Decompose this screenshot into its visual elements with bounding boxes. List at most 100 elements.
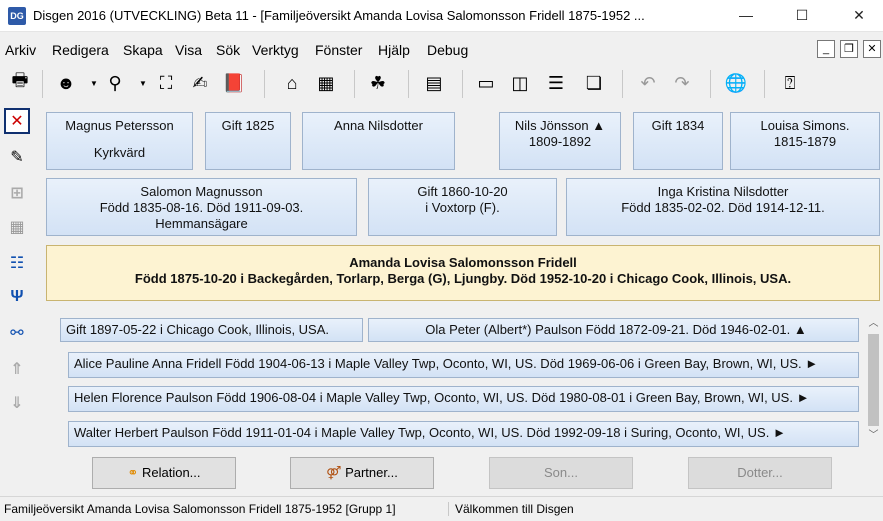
globe-icon[interactable]: 🌐 xyxy=(722,69,750,97)
layout-split-vertical-icon[interactable]: ◫ xyxy=(506,69,534,97)
toolbar-separator xyxy=(710,70,711,98)
minimize-button[interactable]: — xyxy=(723,0,769,30)
undo-icon[interactable]: ↶ xyxy=(634,69,662,97)
status-text: Familjeöversikt Amanda Lovisa Salomonsso… xyxy=(4,502,396,516)
partner-button[interactable]: ⚤ Partner... xyxy=(290,457,434,489)
menu-visa[interactable]: Visa xyxy=(175,42,202,58)
layout-cascade-icon[interactable]: ❏ xyxy=(580,69,608,97)
person-note: Kyrkvärd xyxy=(93,145,146,160)
menu-fonster[interactable]: Fönster xyxy=(315,42,362,58)
menu-debug[interactable]: Debug xyxy=(427,42,468,58)
menu-skapa[interactable]: Skapa xyxy=(123,42,163,58)
maximize-button[interactable]: ☐ xyxy=(779,0,825,30)
person-dates: 1809-1892 xyxy=(528,134,592,149)
menu-bar: Arkiv Redigera Skapa Visa Sök Verktyg Fö… xyxy=(0,38,883,62)
maternal-grandmother-card[interactable]: Louisa Simons. 1815-1879 xyxy=(730,112,880,170)
mdi-restore-button[interactable]: ❐ xyxy=(840,40,858,58)
book-icon[interactable]: 📕 xyxy=(220,69,248,97)
paternal-grandparents-marriage[interactable]: Gift 1825 xyxy=(205,112,291,170)
child-row[interactable]: Helen Florence Paulson Född 1906-08-04 i… xyxy=(68,386,859,412)
person-name: Amanda Lovisa Salomonsson Fridell xyxy=(349,255,577,270)
toolbar: 🖶 ☻ ▼ ⚲ ▼ ⛶ ✍ 📕 ⌂ ▦ ☘ ▤ ▭ ◫ ☰ ❏ ↶ ↷ 🌐 ⍰ xyxy=(0,64,883,104)
chevron-down-icon[interactable]: ▼ xyxy=(139,79,147,88)
mother-card[interactable]: Inga Kristina Nilsdotter Född 1835-02-02… xyxy=(566,178,880,236)
person-dates: Född 1835-02-02. Död 1914-12-11. xyxy=(621,200,825,215)
toolbar-separator xyxy=(622,70,623,98)
title-bar: DG Disgen 2016 (UTVECKLING) Beta 11 - [F… xyxy=(0,0,883,32)
ancestor-chart-icon[interactable]: ▦ xyxy=(4,214,30,240)
child-row[interactable]: Alice Pauline Anna Fridell Född 1904-06-… xyxy=(68,352,859,378)
partner-card[interactable]: Ola Peter (Albert*) Paulson Född 1872-09… xyxy=(368,318,859,342)
person-name: Salomon Magnusson xyxy=(140,184,263,199)
rings-icon: ⚭ xyxy=(127,465,139,480)
paternal-grandfather-card[interactable]: Magnus Petersson Kyrkvärd xyxy=(46,112,193,170)
delete-icon[interactable]: ✕ xyxy=(4,108,30,134)
map-icon[interactable]: ☘ xyxy=(364,69,392,97)
son-button[interactable]: Son... xyxy=(489,457,633,489)
left-toolbar: ✕ ✎ ⊞ ▦ ☷ Ψ ⚯ ⇑ ⇓ xyxy=(0,106,36,486)
tree-outline-icon[interactable]: ⊞ xyxy=(4,180,30,206)
ancestor-tree-icon[interactable]: Ψ xyxy=(4,284,30,310)
down-person-icon[interactable]: ⇓ xyxy=(4,390,30,416)
relation-button[interactable]: ⚭ Relation... xyxy=(92,457,236,489)
mdi-minimize-button[interactable]: _ xyxy=(817,40,835,58)
redo-icon[interactable]: ↷ xyxy=(668,69,696,97)
marriage-date: Gift 1860-10-20 xyxy=(417,184,508,199)
scroll-thumb[interactable] xyxy=(868,334,879,426)
close-button[interactable]: ✕ xyxy=(836,0,882,30)
maternal-grandfather-card[interactable]: Nils Jönsson ▲ 1809-1892 xyxy=(499,112,621,170)
home-icon[interactable]: ⌂ xyxy=(278,69,306,97)
status-welcome: Välkommen till Disgen xyxy=(448,502,574,516)
daughter-button[interactable]: Dotter... xyxy=(688,457,832,489)
chevron-down-icon[interactable]: ▼ xyxy=(90,79,98,88)
up-person-icon[interactable]: ⇑ xyxy=(4,356,30,382)
scroll-up-icon[interactable]: ︿ xyxy=(864,316,883,332)
family-overview-panel: Magnus Petersson Kyrkvärd Gift 1825 Anna… xyxy=(36,104,883,490)
person-dates: Född 1835-08-16. Död 1911-09-03. xyxy=(99,200,304,215)
person-dates: 1815-1879 xyxy=(773,134,837,149)
marriage-place: i Voxtorp (F). xyxy=(425,200,500,215)
descendant-tree-icon[interactable]: ⚯ xyxy=(4,320,30,346)
menu-sok[interactable]: Sök xyxy=(216,42,240,58)
main-person-card[interactable]: Amanda Lovisa Salomonsson Fridell Född 1… xyxy=(46,245,880,301)
spouse-marriage-card[interactable]: Gift 1897-05-22 i Chicago Cook, Illinois… xyxy=(60,318,363,342)
toolbar-separator xyxy=(42,70,43,98)
menu-hjalp[interactable]: Hjälp xyxy=(378,42,410,58)
mdi-close-button[interactable]: ✕ xyxy=(863,40,881,58)
person-occupation: Hemmansägare xyxy=(155,216,248,231)
scroll-down-icon[interactable]: ﹀ xyxy=(864,428,883,444)
notes-hand-icon[interactable]: ✍ xyxy=(186,69,214,97)
family-list-icon[interactable]: ☷ xyxy=(4,250,30,276)
status-bar: Familjeöversikt Amanda Lovisa Salomonsso… xyxy=(0,496,883,521)
child-row[interactable]: Walter Herbert Paulson Född 1911-01-04 i… xyxy=(68,421,859,447)
help-icon[interactable]: ⍰ xyxy=(776,69,804,97)
parents-marriage-card[interactable]: Gift 1860-10-20 i Voxtorp (F). xyxy=(368,178,557,236)
person-name: Louisa Simons. xyxy=(760,118,850,133)
toolbar-separator xyxy=(354,70,355,98)
layout-single-icon[interactable]: ▭ xyxy=(472,69,500,97)
edit-document-icon[interactable]: ✎ xyxy=(4,144,30,170)
toolbar-separator xyxy=(264,70,265,98)
family-tree-icon[interactable]: DG xyxy=(8,7,26,25)
person-details: Född 1875-10-20 i Backegården, Torlarp, … xyxy=(134,271,792,286)
calendar-icon[interactable]: ▤ xyxy=(420,69,448,97)
person-name: Inga Kristina Nilsdotter xyxy=(657,184,789,199)
toolbar-separator xyxy=(462,70,463,98)
menu-arkiv[interactable]: Arkiv xyxy=(5,42,36,58)
person-name: Magnus Petersson xyxy=(65,118,174,133)
menu-redigera[interactable]: Redigera xyxy=(52,42,109,58)
print-icon[interactable]: 🖶 xyxy=(6,69,34,97)
toolbar-separator xyxy=(408,70,409,98)
gallery-icon[interactable]: ▦ xyxy=(312,69,340,97)
paternal-grandmother-card[interactable]: Anna Nilsdotter xyxy=(302,112,455,170)
children-scrollbar[interactable]: ︿ ﹀ xyxy=(864,316,883,444)
toolbar-separator xyxy=(764,70,765,98)
menu-verktyg[interactable]: Verktyg xyxy=(252,42,299,58)
binoculars-icon[interactable]: ⛶ xyxy=(152,69,180,97)
person-face-icon[interactable]: ☻ xyxy=(52,69,80,97)
search-person-icon[interactable]: ⚲ xyxy=(101,69,129,97)
window-title: Disgen 2016 (UTVECKLING) Beta 11 - [Fami… xyxy=(33,8,645,23)
father-card[interactable]: Salomon Magnusson Född 1835-08-16. Död 1… xyxy=(46,178,357,236)
layout-split-horizontal-icon[interactable]: ☰ xyxy=(542,69,570,97)
maternal-grandparents-marriage[interactable]: Gift 1834 xyxy=(633,112,723,170)
